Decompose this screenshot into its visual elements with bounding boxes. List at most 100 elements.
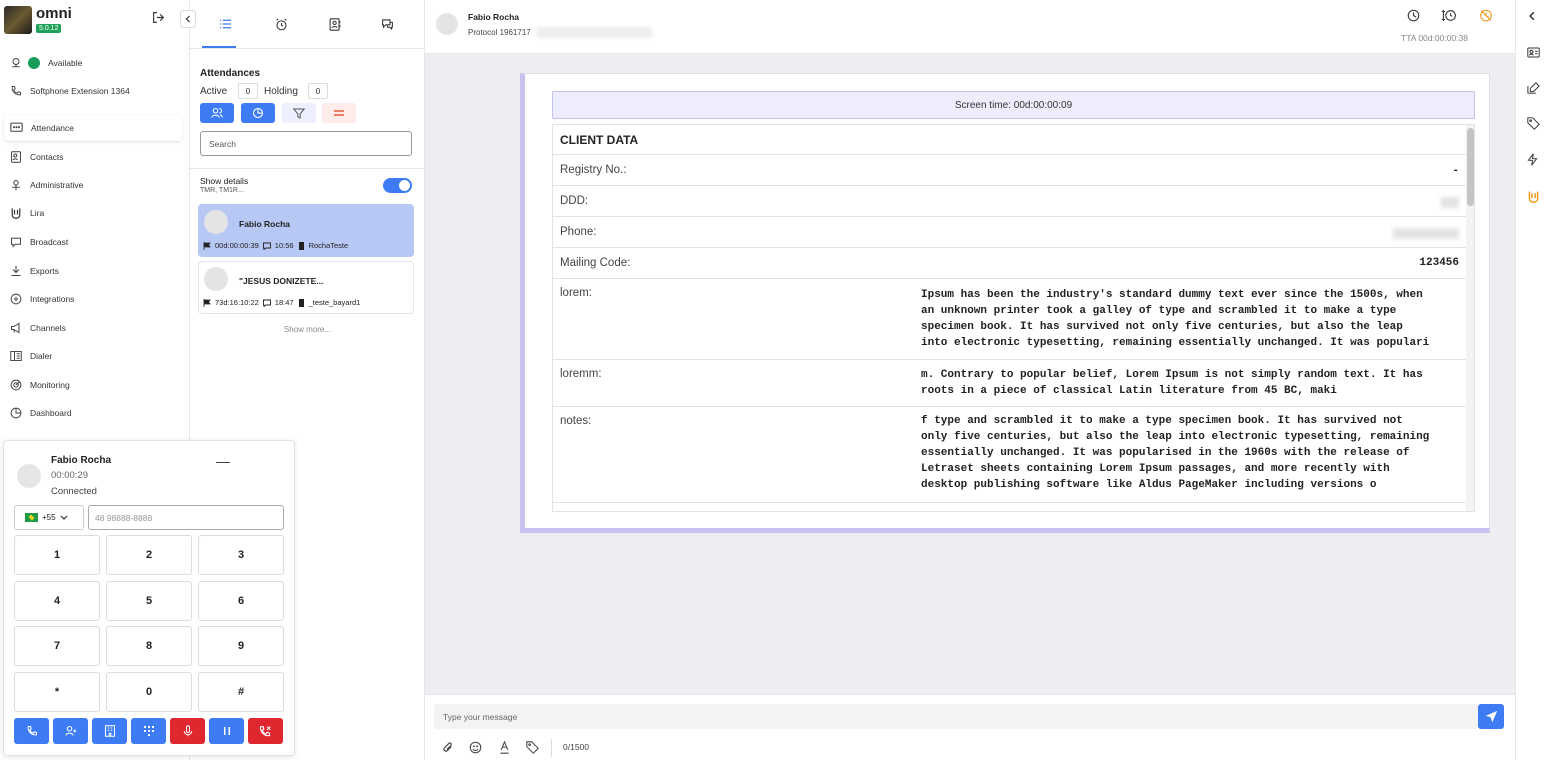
table-row: loremm: m. Contrary to popular belief, L… (553, 360, 1466, 407)
send-button[interactable] (1478, 704, 1504, 729)
send-icon (1485, 710, 1498, 723)
tag-icon[interactable] (1527, 117, 1540, 130)
dial-key-3[interactable]: 3 (198, 535, 284, 575)
dial-key-9[interactable]: 9 (198, 626, 284, 666)
sidebar-item-monitoring[interactable]: Monitoring (4, 372, 182, 398)
attachment-icon[interactable] (442, 741, 454, 754)
sidebar-item-label: Exports (30, 266, 59, 276)
logout-icon[interactable] (152, 11, 165, 24)
emoji-icon[interactable] (469, 741, 482, 754)
sidebar-item-administrative[interactable]: Administrative (4, 172, 182, 198)
dial-key-7[interactable]: 7 (14, 626, 100, 666)
sidebar-item-dialer[interactable]: Dialer (4, 343, 182, 369)
hide-timer-icon[interactable] (1479, 9, 1493, 22)
avatar (204, 267, 228, 291)
flag-icon (203, 241, 211, 250)
add-participant-button[interactable] (53, 718, 88, 744)
tab-conversations[interactable] (372, 14, 402, 34)
lira-icon[interactable] (1527, 190, 1540, 203)
card-meta: 00d:00:00:39 10:56 RochaTeste (203, 241, 348, 250)
dial-key-0[interactable]: 0 (106, 672, 192, 712)
screen-time-banner: Screen time: 00d:00:00:09 (552, 91, 1475, 119)
flag-icon (203, 298, 211, 307)
phone-transfer-icon (26, 725, 38, 737)
card-name: Fabio Rocha (239, 219, 291, 229)
country-code-select[interactable]: +55 (14, 505, 84, 530)
show-details-label: Show details (200, 176, 249, 186)
tab-list[interactable] (210, 14, 240, 34)
attendance-card[interactable]: Fabio Rocha 00d:00:00:39 10:56 RochaTest… (198, 204, 414, 257)
sidebar-item-label: Dashboard (30, 408, 72, 418)
dashboard-icon (10, 407, 22, 419)
dial-key-5[interactable]: 5 (106, 581, 192, 621)
phone-number-input[interactable]: 48 98888-8888 (88, 505, 284, 530)
tab-contacts[interactable] (320, 14, 350, 34)
client-data-table[interactable]: CLIENT DATA Registry No.: - DDD: Phone: … (552, 124, 1475, 512)
tag-icon[interactable] (526, 741, 539, 754)
dial-key-1[interactable]: 1 (14, 535, 100, 575)
show-details-toggle[interactable] (383, 178, 412, 193)
sidebar-item-channels[interactable]: Channels (4, 315, 182, 341)
dial-key-8[interactable]: 8 (106, 626, 192, 666)
headset-icon (10, 57, 22, 69)
show-more-link[interactable]: Show more... (190, 325, 425, 334)
sidebar-item-dashboard[interactable]: Dashboard (4, 400, 182, 426)
mute-button[interactable] (170, 718, 205, 744)
phone-hangup-icon (259, 725, 272, 738)
holding-label: Holding (264, 86, 298, 97)
sidebar-item-label: Broadcast (30, 237, 69, 247)
clock-icon[interactable] (1407, 9, 1420, 22)
redacted-value (1393, 228, 1459, 239)
search-input[interactable]: Search (200, 131, 412, 156)
lightning-icon[interactable] (1527, 153, 1538, 166)
dial-key-hash[interactable]: # (198, 672, 284, 712)
sidebar-item-contacts[interactable]: Contacts (4, 144, 182, 170)
minimize-icon[interactable]: — (216, 453, 230, 469)
attendance-card[interactable]: "JESUS DONIZETE... 73d:16:10:22 18:47 _t… (198, 261, 414, 314)
status-selector[interactable]: Available (4, 50, 182, 76)
dial-key-2[interactable]: 2 (106, 535, 192, 575)
megaphone-icon (10, 322, 22, 334)
phone-icon (10, 85, 22, 97)
client-data-area: Screen time: 00d:00:00:09 CLIENT DATA Re… (425, 54, 1515, 694)
sidebar-item-attendance[interactable]: Attendance (4, 115, 182, 141)
table-row: Phone: (553, 217, 1466, 248)
caller-name: Fabio Rocha (51, 455, 112, 466)
sidebar-item-lira[interactable]: Lira (4, 200, 182, 226)
hangup-button[interactable] (248, 718, 283, 744)
show-details-sublabel: TMR, TM1R... (200, 187, 244, 194)
clear-filter-button[interactable] (322, 103, 356, 123)
tab-alarm[interactable] (266, 14, 296, 34)
chevron-left-icon[interactable] (1527, 11, 1537, 21)
protocol-number: Protocol 1961717 (468, 28, 531, 37)
collapse-sidebar-button[interactable] (180, 10, 196, 28)
directory-button[interactable] (92, 718, 127, 744)
divider (190, 168, 425, 169)
sidebar-item-integrations[interactable]: Integrations (4, 286, 182, 312)
scrollbar-thumb[interactable] (1467, 128, 1474, 206)
edit-note-icon[interactable] (1527, 82, 1540, 94)
dial-key-4[interactable]: 4 (14, 581, 100, 621)
dial-key-6[interactable]: 6 (198, 581, 284, 621)
filter-users-button[interactable] (200, 103, 234, 123)
message-input[interactable]: Type your message (434, 704, 1478, 729)
text-format-icon[interactable] (499, 741, 510, 754)
filter-button[interactable] (282, 103, 316, 123)
softphone-extension[interactable]: Softphone Extension 1364 (4, 78, 182, 104)
timer-history-icon[interactable] (1441, 9, 1457, 22)
keypad-button[interactable] (131, 718, 166, 744)
field-value: 123456 (1419, 257, 1459, 269)
hold-button[interactable] (209, 718, 244, 744)
download-icon (10, 265, 22, 277)
dial-key-star[interactable]: * (14, 672, 100, 712)
contact-card-icon[interactable] (1527, 47, 1540, 58)
avatar (17, 464, 41, 488)
sidebar-item-label: Integrations (30, 294, 75, 304)
transfer-call-button[interactable] (14, 718, 49, 744)
table-row: DDD: (553, 186, 1466, 217)
client-data-title: CLIENT DATA (560, 133, 639, 147)
status-dot (28, 57, 40, 69)
filter-dashboard-button[interactable] (241, 103, 275, 123)
sidebar-item-broadcast[interactable]: Broadcast (4, 229, 182, 255)
sidebar-item-exports[interactable]: Exports (4, 258, 182, 284)
